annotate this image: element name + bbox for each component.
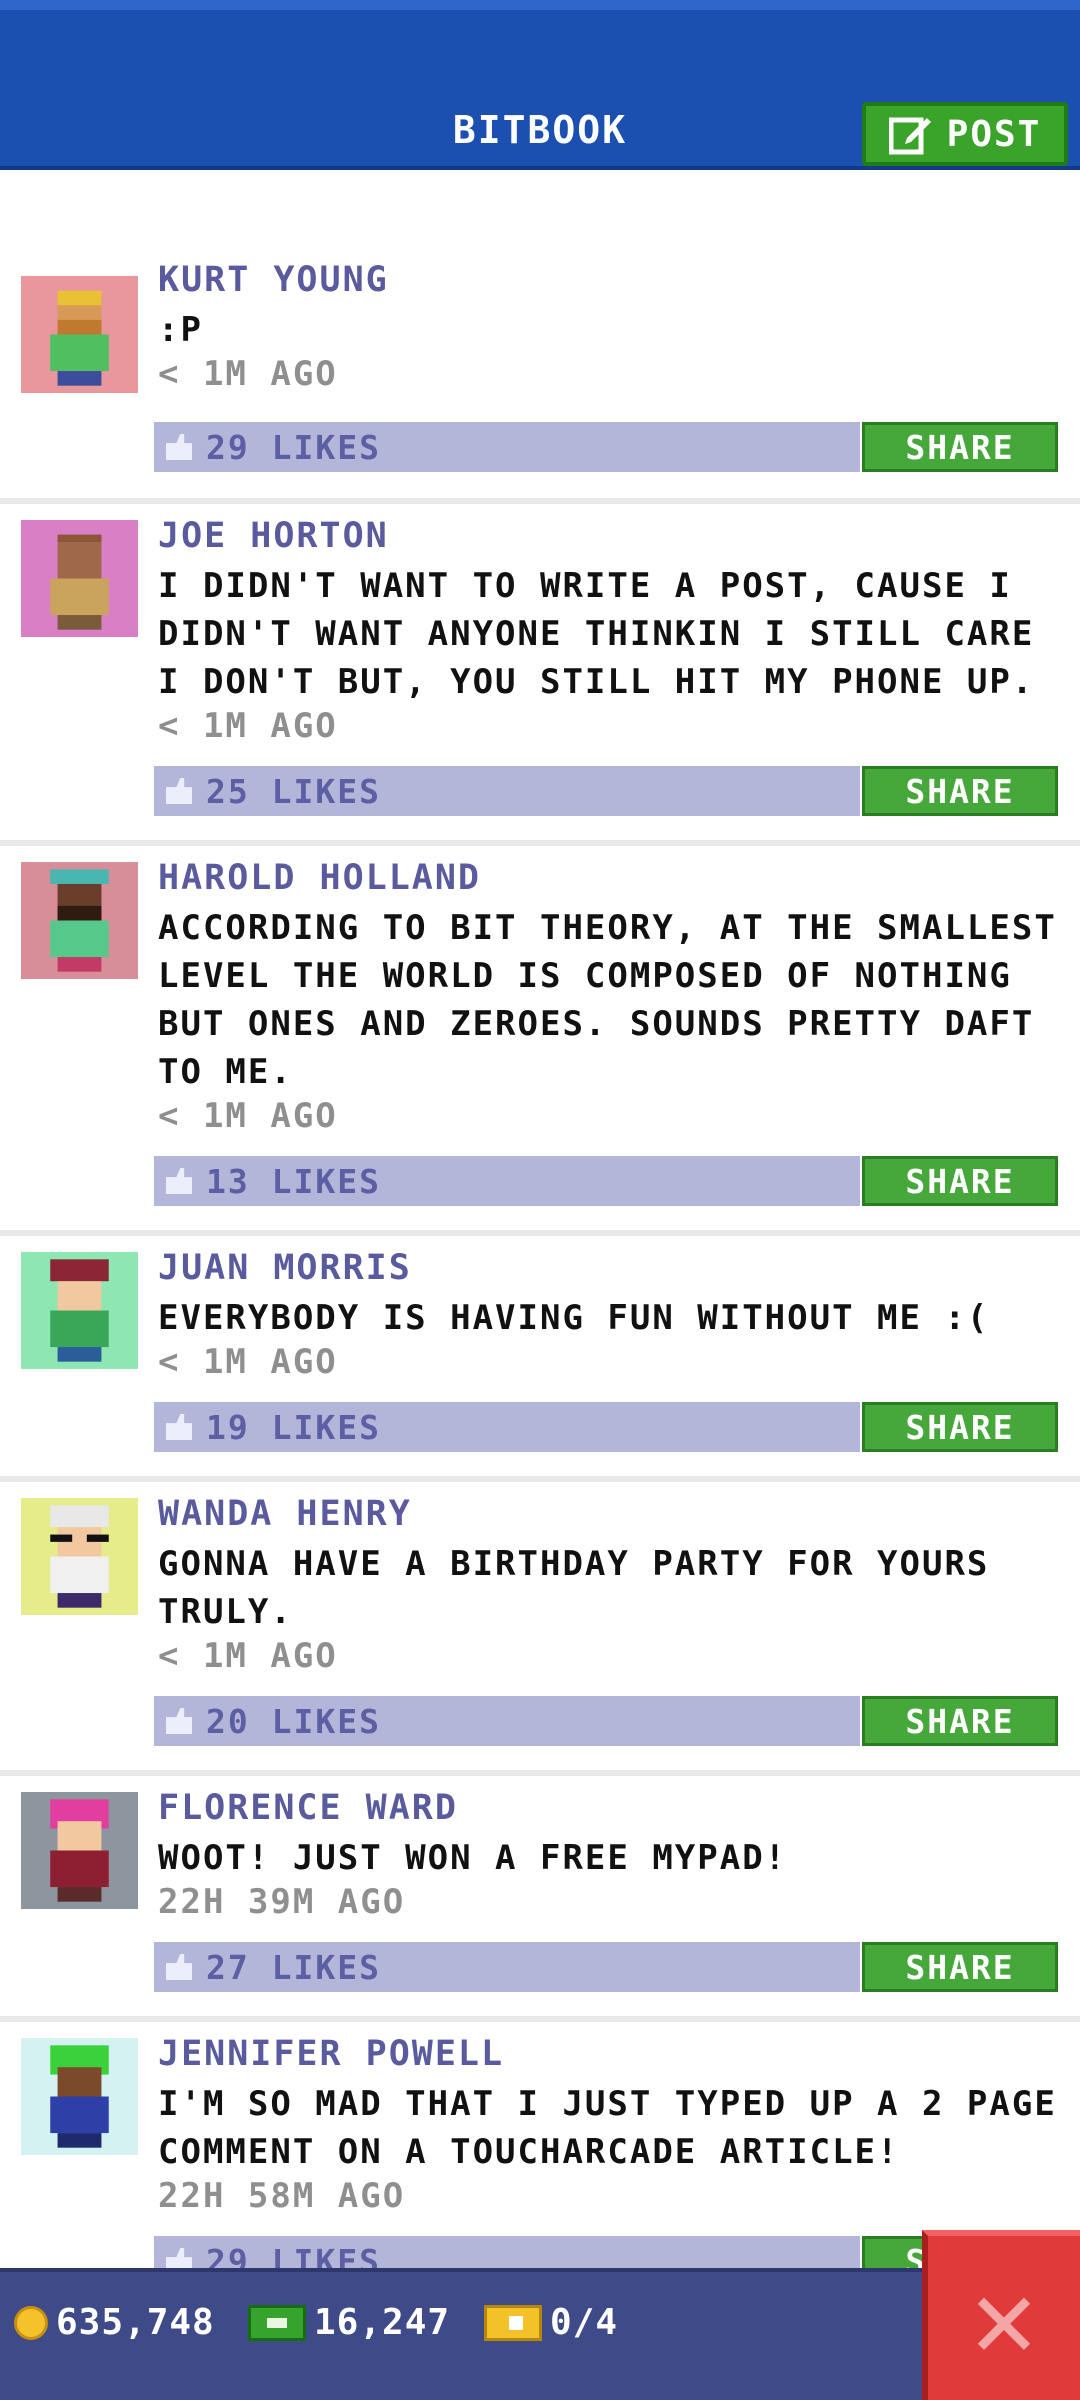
avatar <box>21 2038 138 2155</box>
share-button[interactable]: SHARE <box>862 766 1058 816</box>
avatar-kurt-young <box>50 290 109 386</box>
avatar <box>21 1252 138 1369</box>
coin-icon <box>14 2305 48 2340</box>
post-text: :P <box>158 310 203 350</box>
list-item: JUAN MORRIS EVERYBODY IS HAVING FUN WITH… <box>0 1236 1080 1482</box>
like-bar[interactable]: 29 LIKES <box>154 422 860 472</box>
like-bar[interactable]: 25 LIKES <box>154 766 860 816</box>
post-text: ACCORDING TO BIT THEORY, AT THE SMALLEST… <box>158 908 1057 1092</box>
post-text: I DIDN'T WANT TO WRITE A POST, CAUSE I D… <box>158 566 1035 702</box>
avatar <box>21 276 138 393</box>
post-author[interactable]: JENNIFER POWELL <box>158 2034 504 2074</box>
list-item: HAROLD HOLLAND ACCORDING TO BIT THEORY, … <box>0 846 1080 1236</box>
avatar-juan-morris <box>50 1259 109 1362</box>
close-button[interactable]: ✕ <box>922 2230 1080 2400</box>
share-button[interactable]: SHARE <box>862 1696 1058 1746</box>
avatar-jennifer-powell <box>50 2045 109 2148</box>
post-author[interactable]: WANDA HENRY <box>158 1494 412 1534</box>
like-count: 20 LIKES <box>206 1701 381 1741</box>
thumbs-up-icon <box>166 434 192 460</box>
post-author[interactable]: HAROLD HOLLAND <box>158 858 481 898</box>
post-author[interactable]: JOE HORTON <box>158 516 389 556</box>
post-text: EVERYBODY IS HAVING FUN WITHOUT ME :( <box>158 1298 990 1338</box>
post-author[interactable]: JUAN MORRIS <box>158 1248 412 1288</box>
thumbs-up-icon <box>166 1414 192 1440</box>
bux-value: 16,247 <box>314 2302 451 2343</box>
post-time: < 1M AGO <box>158 706 338 746</box>
avatar-harold-holland <box>50 869 109 972</box>
post-author[interactable]: KURT YOUNG <box>158 260 389 300</box>
tickets-stat: 0/4 <box>484 2302 618 2343</box>
like-bar[interactable]: 27 LIKES <box>154 1942 860 1992</box>
like-count: 13 LIKES <box>206 1161 381 1201</box>
avatar <box>21 1498 138 1615</box>
bux-stat: 16,247 <box>248 2302 450 2343</box>
post-text: I'M SO MAD THAT I JUST TYPED UP A 2 PAGE… <box>158 2084 1057 2172</box>
post-time: 22H 39M AGO <box>158 1882 406 1922</box>
list-item: FLORENCE WARD WOOT! JUST WON A FREE MYPA… <box>0 1776 1080 2022</box>
post-text: WOOT! JUST WON A FREE MYPAD! <box>158 1838 788 1878</box>
post-time: 22H 58M AGO <box>158 2176 406 2216</box>
share-button[interactable]: SHARE <box>862 1402 1058 1452</box>
post-button-label: POST <box>946 113 1042 155</box>
coins-stat: 635,748 <box>14 2302 215 2343</box>
list-item: KURT YOUNG :P < 1M AGO 29 LIKES SHARE <box>0 260 1080 504</box>
thumbs-up-icon <box>166 778 192 804</box>
thumbs-up-icon <box>166 1168 192 1194</box>
like-count: 19 LIKES <box>206 1407 381 1447</box>
like-count: 27 LIKES <box>206 1947 381 1987</box>
post-time: < 1M AGO <box>158 354 338 394</box>
thumbs-up-icon <box>166 1954 192 1980</box>
avatar-joe-horton <box>50 534 109 630</box>
avatar <box>21 520 138 637</box>
thumbs-up-icon <box>166 1708 192 1734</box>
like-bar[interactable]: 20 LIKES <box>154 1696 860 1746</box>
status-bar: 635,748 16,247 0/4 <box>0 2268 1080 2400</box>
like-bar[interactable]: 19 LIKES <box>154 1402 860 1452</box>
share-button[interactable]: SHARE <box>862 422 1058 472</box>
close-icon: ✕ <box>970 2254 1038 2382</box>
share-button[interactable]: SHARE <box>862 1942 1058 1992</box>
avatar <box>21 862 138 979</box>
post-time: < 1M AGO <box>158 1342 338 1382</box>
cash-icon <box>248 2304 306 2341</box>
coins-value: 635,748 <box>56 2302 215 2343</box>
avatar <box>21 1792 138 1909</box>
like-bar[interactable]: 13 LIKES <box>154 1156 860 1206</box>
list-item: JOE HORTON I DIDN'T WANT TO WRITE A POST… <box>0 504 1080 846</box>
like-count: 25 LIKES <box>206 771 381 811</box>
share-button[interactable]: SHARE <box>862 1156 1058 1206</box>
ticket-icon <box>484 2304 542 2341</box>
tickets-value: 0/4 <box>550 2302 619 2343</box>
post-author[interactable]: FLORENCE WARD <box>158 1788 458 1828</box>
post-button[interactable]: POST <box>862 102 1068 166</box>
edit-icon <box>888 117 931 155</box>
like-count: 29 LIKES <box>206 427 381 467</box>
avatar-florence-ward <box>50 1799 109 1902</box>
list-item: WANDA HENRY GONNA HAVE A BIRTHDAY PARTY … <box>0 1482 1080 1776</box>
avatar-wanda-henry <box>50 1505 109 1608</box>
top-bar: BITBOOK POST <box>0 0 1080 170</box>
post-time: < 1M AGO <box>158 1096 338 1136</box>
post-text: GONNA HAVE A BIRTHDAY PARTY FOR YOURS TR… <box>158 1544 990 1632</box>
post-time: < 1M AGO <box>158 1636 338 1676</box>
